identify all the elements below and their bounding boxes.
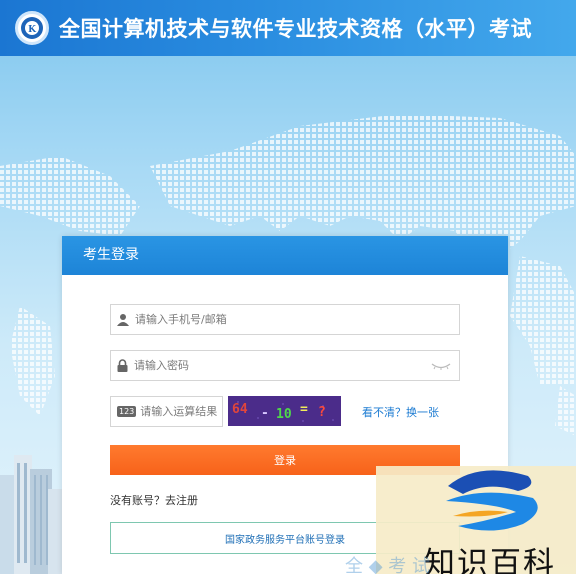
captcha-char: 10 <box>276 407 292 422</box>
site-header: K 全国计算机技术与软件专业技术资格（水平）考试 <box>0 0 576 56</box>
user-icon <box>117 314 129 326</box>
exam-emblem-icon: K <box>15 11 49 45</box>
captcha-char: 64 <box>232 402 248 417</box>
captcha-image[interactable]: 64 - 10 = ? <box>228 396 341 426</box>
watermark-faint-text: 全 ◆ 考 试 <box>345 556 431 574</box>
city-skyline-illustration <box>0 455 64 574</box>
captcha-input[interactable] <box>140 405 222 418</box>
eye-closed-icon[interactable] <box>431 361 451 371</box>
captcha-char: - <box>261 406 269 421</box>
captcha-char: ? <box>318 405 326 420</box>
register-link[interactable]: 没有账号？去注册 <box>110 492 198 508</box>
watermark-text: 知识百科 <box>424 546 556 574</box>
lock-icon <box>117 359 128 372</box>
captcha-badge-icon: 123 <box>117 406 137 417</box>
username-input[interactable] <box>135 313 459 326</box>
captcha-char: = <box>300 402 308 417</box>
swirl-logo-icon <box>446 470 538 531</box>
username-field[interactable] <box>110 304 460 335</box>
captcha-field[interactable]: 123 <box>110 396 223 427</box>
svg-text:K: K <box>28 25 37 35</box>
password-field[interactable] <box>110 350 460 381</box>
password-input[interactable] <box>134 359 431 372</box>
refresh-captcha-link[interactable]: 看不清？换一张 <box>362 404 439 420</box>
login-panel-title: 考生登录 <box>62 236 508 275</box>
site-title: 全国计算机技术与软件专业技术资格（水平）考试 <box>59 17 532 41</box>
